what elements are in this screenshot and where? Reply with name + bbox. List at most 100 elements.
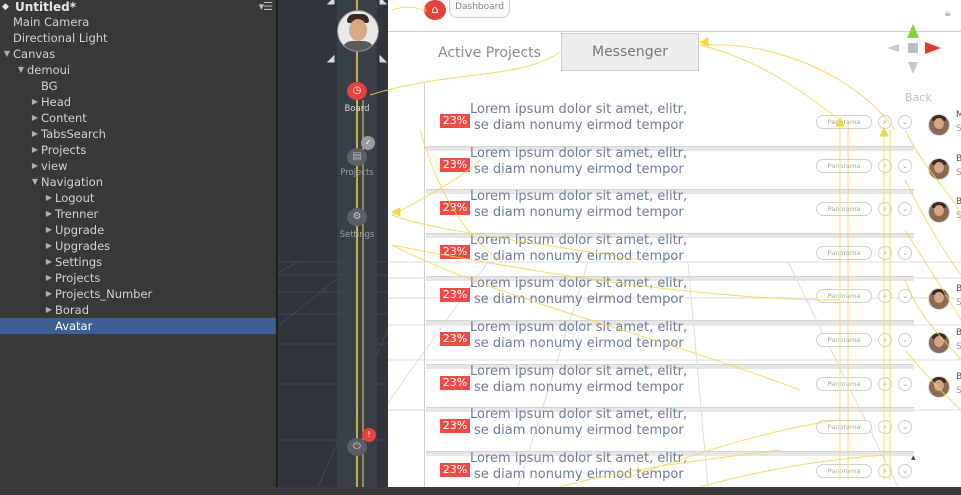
panorama-tag[interactable]: Panorama [816, 115, 872, 129]
chevron-down-icon[interactable]: ⌄ [898, 333, 912, 347]
user-subtitle: Se [956, 211, 961, 221]
collapse-arrow-icon[interactable]: ▶ [44, 238, 54, 254]
search-icon[interactable]: ⌕ [878, 333, 892, 347]
chevron-down-icon[interactable]: ⌄ [898, 202, 912, 216]
panorama-tag[interactable]: Panorama [816, 246, 872, 260]
search-icon[interactable]: ⌕ [878, 289, 892, 303]
settings-label: Settings [339, 230, 375, 240]
hierarchy-item[interactable]: ▶ Projects_Number [0, 286, 276, 302]
hierarchy-item-label: Canvas [13, 47, 56, 61]
collapse-arrow-icon[interactable]: ▶ [44, 270, 54, 286]
hierarchy-item[interactable]: BG [0, 78, 276, 94]
scene-header[interactable]: ◆ Untitled* ▾☰ [0, 0, 276, 14]
hierarchy-item-label: Borad [55, 303, 90, 317]
expand-arrow-icon[interactable]: ▼ [30, 174, 40, 190]
dashboard-icon[interactable]: ⌂ [424, 0, 446, 20]
chevron-down-icon[interactable]: ⌄ [898, 159, 912, 173]
collapse-arrow-icon[interactable]: ▶ [44, 286, 54, 302]
settings-gear-icon[interactable]: ⚙ [347, 208, 367, 226]
expand-arrow-icon[interactable]: ▼ [2, 46, 12, 62]
row-title-line1: Lorem ipsum dolor sit amet, elitr, [470, 407, 688, 422]
tab-active-projects[interactable]: Active Projects [438, 45, 541, 61]
panorama-tag[interactable]: Panorama [816, 420, 872, 434]
chevron-down-icon[interactable]: ⌄ [898, 464, 912, 478]
search-icon[interactable]: ⌕ [878, 377, 892, 391]
hierarchy-item[interactable]: ▼ Canvas [0, 46, 276, 62]
hierarchy-item[interactable]: ▶ Projects [0, 142, 276, 158]
hierarchy-item[interactable]: ▶ Trenner [0, 206, 276, 222]
collapse-arrow-icon[interactable]: ▶ [44, 302, 54, 318]
board-icon[interactable]: ◷ [347, 82, 367, 100]
collapse-arrow-icon[interactable]: ▶ [44, 254, 54, 270]
search-icon[interactable]: ⌕ [878, 464, 892, 478]
project-row[interactable]: 23% Lorem ipsum dolor sit amet, elitr, se … [424, 451, 914, 495]
collapse-arrow-icon[interactable]: ▶ [30, 94, 40, 110]
collapse-arrow-icon[interactable]: ▶ [44, 222, 54, 238]
unity-scene-icon: ◆ [2, 2, 9, 12]
panorama-tag[interactable]: Panorama [816, 289, 872, 303]
hierarchy-item[interactable]: ▶ Upgrades [0, 238, 276, 254]
hierarchy-item-label: Avatar [55, 319, 93, 333]
project-row[interactable]: 23% Lorem ipsum dolor sit amet, elitr, se … [424, 407, 914, 451]
hierarchy-item[interactable]: ▶ Upgrade [0, 222, 276, 238]
project-row[interactable]: 23% Lorem ipsum dolor sit amet, elitr, se … [424, 102, 961, 146]
collapse-arrow-icon[interactable]: ▶ [30, 142, 40, 158]
lock-icon[interactable]: 🔒︎ [945, 8, 950, 19]
row-title-line1: Lorem ipsum dolor sit amet, elitr, [470, 276, 688, 291]
panorama-tag[interactable]: Panorama [816, 377, 872, 391]
hierarchy-item[interactable]: ▶ Content [0, 110, 276, 126]
project-row[interactable]: 23% Lorem ipsum dolor sit amet, elitr, se … [424, 189, 961, 233]
project-row[interactable]: 23% Lorem ipsum dolor sit amet, elitr, se … [424, 276, 961, 320]
chevron-down-icon[interactable]: ⌄ [898, 377, 912, 391]
project-row[interactable]: 23% Lorem ipsum dolor sit amet, elitr, se … [424, 320, 961, 364]
chevron-down-icon[interactable]: ⌄ [898, 115, 912, 129]
tab-messenger[interactable]: Messenger [561, 33, 699, 71]
hierarchy-item-label: Upgrade [55, 223, 105, 237]
user-avatar [928, 158, 950, 180]
hierarchy-item[interactable]: Directional Light [0, 30, 276, 46]
hierarchy-item[interactable]: ▶ Logout [0, 190, 276, 206]
user-subtitle: Se [956, 298, 961, 308]
panorama-tag[interactable]: Panorama [816, 464, 872, 478]
dashboard-tab[interactable]: Dashboard [449, 0, 510, 18]
hierarchy-item[interactable]: ▶ view [0, 158, 276, 174]
hierarchy-item[interactable]: Main Camera [0, 14, 276, 30]
collapse-arrow-icon[interactable]: ▶ [44, 190, 54, 206]
hierarchy-item[interactable]: ▶ TabsSearch [0, 126, 276, 142]
project-row[interactable]: 23% Lorem ipsum dolor sit amet, elitr, se … [424, 364, 961, 408]
hierarchy-item[interactable]: ▶ Settings [0, 254, 276, 270]
expand-arrow-icon[interactable]: ▼ [16, 62, 26, 78]
search-icon[interactable]: ⌕ [878, 420, 892, 434]
hierarchy-item[interactable]: ▼ Navigation [0, 174, 276, 190]
hamburger-menu-icon[interactable]: ▾☰ [259, 0, 273, 14]
hierarchy-item[interactable]: ▶ Head [0, 94, 276, 110]
hierarchy-item-label: TabsSearch [41, 127, 106, 141]
panorama-tag[interactable]: Panorama [816, 333, 872, 347]
orientation-gizmo[interactable] [883, 18, 943, 78]
logout-icon[interactable]: ⏻ [347, 438, 367, 456]
projects-icon[interactable]: ▤ [347, 148, 367, 166]
search-icon[interactable]: ⌕ [878, 202, 892, 216]
chevron-down-icon[interactable]: ⌄ [898, 289, 912, 303]
project-row[interactable]: 23% Lorem ipsum dolor sit amet, elitr, se … [424, 233, 914, 277]
hierarchy-item[interactable]: ▶ Projects [0, 270, 276, 286]
hierarchy-item[interactable]: Avatar [0, 318, 276, 334]
collapse-arrow-icon[interactable]: ▶ [30, 158, 40, 174]
hierarchy-panel: ◆ Untitled* ▾☰ Main Camera Directional Li… [0, 0, 276, 487]
hierarchy-item-label: BG [41, 79, 58, 93]
chevron-down-icon[interactable]: ⌄ [898, 246, 912, 260]
search-icon[interactable]: ⌕ [878, 246, 892, 260]
hierarchy-item[interactable]: ▼ demoui [0, 62, 276, 78]
user-avatar [928, 114, 950, 136]
search-icon[interactable]: ⌕ [878, 115, 892, 129]
project-row[interactable]: 23% Lorem ipsum dolor sit amet, elitr, se … [424, 146, 961, 190]
collapse-arrow-icon[interactable]: ▶ [30, 110, 40, 126]
panorama-tag[interactable]: Panorama [816, 159, 872, 173]
hierarchy-item[interactable]: ▶ Borad [0, 302, 276, 318]
chevron-down-icon[interactable]: ⌄ [898, 420, 912, 434]
search-icon[interactable]: ⌕ [878, 159, 892, 173]
collapse-arrow-icon[interactable]: ▶ [30, 126, 40, 142]
nav-avatar[interactable] [337, 10, 379, 52]
collapse-arrow-icon[interactable]: ▶ [44, 206, 54, 222]
panorama-tag[interactable]: Panorama [816, 202, 872, 216]
